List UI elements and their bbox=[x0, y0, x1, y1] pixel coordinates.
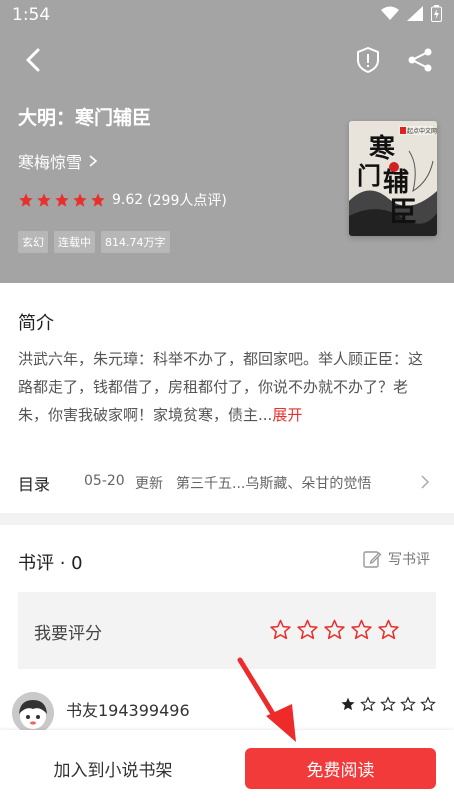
intro-section: 简介 洪武六年，朱元璋：科举不办了，都回家吧。举人顾正臣：这路都走了，钱都借了，… bbox=[0, 283, 454, 513]
book-tags: 玄幻 连载中 814.74万字 bbox=[18, 231, 170, 253]
star-filled-icon bbox=[55, 193, 69, 207]
wifi-icon bbox=[381, 6, 399, 20]
share-button[interactable] bbox=[404, 44, 436, 76]
toc-latest-chapter: 第三千五...乌斯藏、朵甘的觉悟 bbox=[176, 476, 372, 492]
reviews-title: 书评 · 0 bbox=[18, 553, 83, 574]
star-filled-icon bbox=[73, 193, 87, 207]
status-bar: 1:54 bbox=[0, 0, 454, 32]
author-link[interactable]: 寒梅惊雪 bbox=[18, 149, 98, 173]
cover-char-2: 门 bbox=[357, 161, 381, 190]
tag-status: 连载中 bbox=[54, 231, 95, 253]
star-filled-icon bbox=[37, 193, 51, 207]
star-filled-icon bbox=[341, 697, 355, 711]
bottom-action-bar: 加入到小说书架 免费阅读 bbox=[0, 730, 454, 807]
write-review-button[interactable]: 写书评 bbox=[362, 549, 430, 569]
book-header: 1:54 大明：寒门辅臣 寒梅惊雪 9.62 (299人点评) 玄幻 连载中 8… bbox=[0, 0, 454, 283]
star-outline-icon[interactable] bbox=[269, 618, 292, 641]
rate-stars bbox=[269, 618, 400, 641]
toc-label: 目录 bbox=[18, 475, 51, 494]
star-outline-icon bbox=[360, 696, 376, 712]
intro-title: 简介 bbox=[18, 313, 54, 334]
battery-icon bbox=[431, 5, 442, 22]
avatar bbox=[12, 692, 54, 734]
star-filled-icon bbox=[91, 193, 105, 207]
tag-genre: 玄幻 bbox=[18, 231, 48, 253]
rating-stars bbox=[18, 192, 106, 208]
rating-count: (299人点评) bbox=[147, 193, 227, 209]
write-review-label: 写书评 bbox=[388, 552, 430, 568]
star-outline-icon bbox=[420, 696, 436, 712]
star-outline-icon bbox=[400, 696, 416, 712]
star-outline-icon[interactable] bbox=[296, 618, 319, 641]
expand-button[interactable]: 展开 bbox=[272, 406, 302, 424]
star-outline-icon[interactable] bbox=[350, 618, 373, 641]
report-button[interactable] bbox=[352, 44, 384, 76]
edit-icon bbox=[363, 551, 382, 568]
status-time: 1:54 bbox=[12, 5, 51, 25]
rate-box: 我要评分 bbox=[18, 592, 436, 669]
toc-update-label: 更新 bbox=[135, 476, 163, 492]
rate-label: 我要评分 bbox=[34, 624, 102, 644]
cover-char-1: 寒 bbox=[369, 133, 395, 164]
status-icons bbox=[381, 5, 442, 22]
star-filled-icon bbox=[19, 193, 33, 207]
chevron-right-icon bbox=[421, 475, 430, 489]
cover-char-3: 辅 bbox=[383, 168, 409, 198]
rating-row: 9.62 (299人点评) bbox=[18, 190, 227, 210]
book-cover-image: 寒 门 辅 臣 起点中文网 bbox=[349, 121, 437, 236]
book-title: 大明：寒门辅臣 bbox=[18, 107, 152, 129]
chevron-left-icon bbox=[26, 48, 40, 72]
shield-alert-icon bbox=[357, 47, 379, 73]
chevron-right-icon bbox=[89, 155, 98, 167]
back-button[interactable] bbox=[18, 44, 50, 76]
book-cover[interactable]: 寒 门 辅 臣 起点中文网 bbox=[349, 121, 437, 236]
free-read-button[interactable]: 免费阅读 bbox=[245, 748, 436, 789]
intro-body: 洪武六年，朱元璋：科举不办了，都回家吧。举人顾正臣：这路都走了，钱都借了，房租都… bbox=[18, 350, 424, 424]
add-to-shelf-button[interactable]: 加入到小说书架 bbox=[18, 748, 208, 788]
signal-icon bbox=[407, 6, 423, 21]
avatar-image bbox=[12, 692, 54, 734]
cover-char-4: 臣 bbox=[389, 195, 417, 228]
star-outline-icon[interactable] bbox=[377, 618, 400, 641]
tag-word-count: 814.74万字 bbox=[101, 231, 170, 253]
reviewer-name: 书友194399496 bbox=[66, 701, 190, 720]
toc-date: 05-20 bbox=[84, 473, 125, 489]
toc-row[interactable]: 目录 05-20 更新 第三千五...乌斯藏、朵甘的觉悟 bbox=[0, 454, 454, 502]
star-outline-icon bbox=[380, 696, 396, 712]
share-icon bbox=[408, 48, 432, 72]
intro-text: 洪武六年，朱元璋：科举不办了，都回家吧。举人顾正臣：这路都走了，钱都借了，房租都… bbox=[18, 345, 434, 429]
author-name: 寒梅惊雪 bbox=[18, 153, 83, 172]
cover-publisher: 起点中文网 bbox=[407, 127, 437, 135]
rating-score: 9.62 bbox=[112, 192, 144, 208]
star-outline-icon[interactable] bbox=[323, 618, 346, 641]
review-stars bbox=[340, 696, 436, 712]
top-nav bbox=[0, 40, 454, 80]
